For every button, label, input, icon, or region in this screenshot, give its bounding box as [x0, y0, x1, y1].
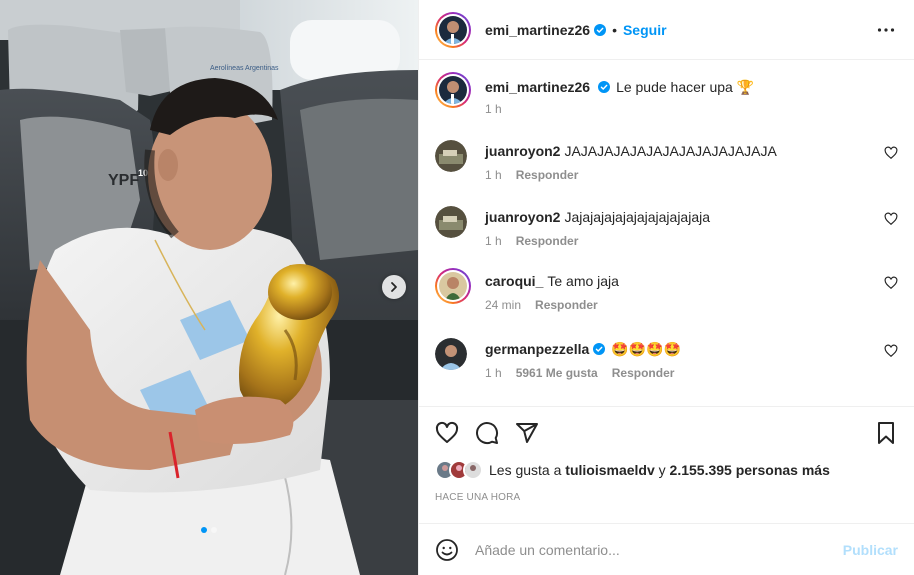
comment-row: juanroyon2 JAJAJAJAJAJAJAJAJAJAJAJAJA 1 h…: [435, 140, 898, 182]
caption-time[interactable]: 1 h: [485, 102, 502, 116]
bookmark-icon[interactable]: [874, 421, 898, 445]
verified-icon: [598, 81, 611, 93]
carousel-dot-active: [201, 527, 207, 533]
comment-text: JAJAJAJAJAJAJAJAJAJAJAJAJA: [564, 143, 777, 159]
more-options-button[interactable]: [874, 18, 898, 42]
comment-username[interactable]: juanroyon2: [485, 143, 560, 159]
post-media[interactable]: Aerolíneas Argentinas YPF 100: [0, 0, 418, 575]
likes-others[interactable]: 2.155.395 personas más: [670, 462, 830, 478]
likes-conjunction: y: [658, 462, 666, 478]
commenter-avatar[interactable]: [435, 338, 467, 370]
post-timestamp[interactable]: HACE UNA HORA: [435, 492, 898, 503]
post-photo: Aerolíneas Argentinas YPF 100: [0, 0, 418, 575]
action-icons: [435, 407, 898, 459]
caption-username[interactable]: emi_martinez26: [485, 79, 590, 95]
trophy-emoji: 🏆: [736, 79, 755, 95]
comment-username[interactable]: juanroyon2: [485, 209, 560, 225]
commenter-avatar[interactable]: [435, 140, 467, 172]
seat-brand-text: YPF: [108, 172, 139, 189]
liker-avatar: [463, 460, 483, 480]
comment-row: germanpezzella 🤩🤩🤩🤩 1 h 5961 Me gusta Respo…: [435, 338, 898, 380]
publish-button[interactable]: Publicar: [843, 542, 898, 558]
verified-icon: [594, 23, 607, 36]
post-side-panel: emi_martinez26 • Seguir emi_martinez26 L…: [418, 0, 914, 575]
comment-like-icon[interactable]: [884, 212, 898, 226]
next-image-button[interactable]: [382, 275, 406, 299]
comment-text: 🤩🤩🤩🤩: [611, 341, 681, 357]
comment-text: Jajajajajajajajajajajajaja: [564, 209, 711, 225]
first-liker[interactable]: tulioismaeldv: [565, 462, 654, 478]
chevron-right-icon: [391, 282, 397, 292]
author-avatar[interactable]: [435, 11, 471, 48]
reply-button[interactable]: Responder: [516, 234, 579, 248]
comments-list: emi_martinez26 Le pude hacer upa 🏆 1 h ju…: [419, 60, 914, 406]
share-icon[interactable]: [515, 421, 539, 445]
commenter-avatar[interactable]: [435, 206, 467, 238]
seat-logo-text: Aerolíneas Argentinas: [210, 65, 279, 72]
comment-row: juanroyon2 Jajajajajajajajajajajajaja 1 h…: [435, 206, 898, 248]
caption-row: emi_martinez26 Le pude hacer upa 🏆 1 h: [435, 72, 898, 116]
emoji-icon[interactable]: [435, 538, 459, 562]
comment-icon[interactable]: [475, 421, 499, 445]
liker-avatars[interactable]: [435, 460, 483, 480]
post-actions: Les gusta a tulioismaeldv y 2.155.395 pe…: [419, 406, 914, 503]
comment-like-icon[interactable]: [884, 344, 898, 358]
comment-time[interactable]: 1 h: [485, 168, 502, 182]
author-username[interactable]: emi_martinez26: [485, 22, 590, 38]
more-horizontal-icon: [877, 27, 895, 32]
comment-username[interactable]: caroqui_: [485, 273, 543, 289]
follow-button[interactable]: Seguir: [623, 22, 667, 38]
comment-likes-count[interactable]: 5961 Me gusta: [516, 366, 598, 380]
caption-text: Le pude hacer upa: [616, 79, 733, 95]
carousel-dot: [211, 527, 217, 533]
add-comment-bar: Publicar: [419, 523, 914, 575]
comment-time[interactable]: 24 min: [485, 298, 521, 312]
commenter-avatar[interactable]: [435, 268, 471, 304]
author-avatar[interactable]: [435, 72, 471, 108]
comment-like-icon[interactable]: [884, 146, 898, 160]
verified-icon: [593, 343, 606, 355]
carousel-indicator: [0, 527, 418, 533]
comment-like-icon[interactable]: [884, 276, 898, 290]
comment-text: Te amo jaja: [547, 273, 619, 289]
reply-button[interactable]: Responder: [535, 298, 598, 312]
comment-time[interactable]: 1 h: [485, 366, 502, 380]
comment-row: caroqui_ Te amo jaja 24 min Responder: [435, 268, 898, 312]
reply-button[interactable]: Responder: [516, 168, 579, 182]
header-separator: •: [612, 21, 617, 38]
heart-icon[interactable]: [435, 421, 459, 445]
comment-input[interactable]: [475, 541, 843, 558]
likes-prefix: Les gusta a: [489, 462, 562, 478]
reply-button[interactable]: Responder: [612, 366, 675, 380]
comment-username[interactable]: germanpezzella: [485, 341, 589, 357]
comment-time[interactable]: 1 h: [485, 234, 502, 248]
post-header: emi_martinez26 • Seguir: [419, 0, 914, 60]
likes-summary: Les gusta a tulioismaeldv y 2.155.395 pe…: [435, 460, 898, 480]
